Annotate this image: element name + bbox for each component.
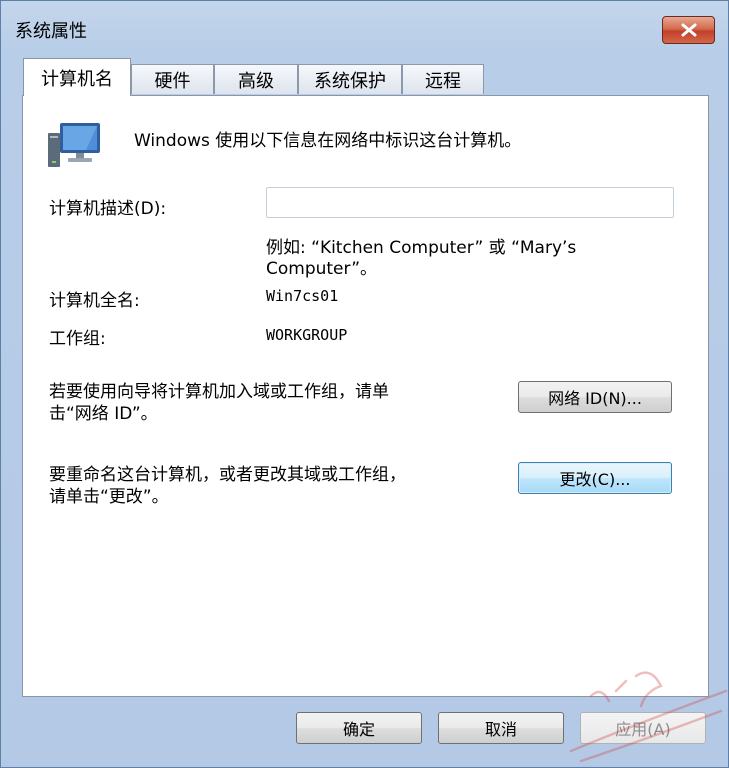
- network-id-button[interactable]: 网络 ID(N)...: [518, 381, 672, 413]
- tab-remote[interactable]: 远程: [402, 64, 484, 94]
- tab-system-protection[interactable]: 系统保护: [298, 64, 402, 94]
- workgroup-label: 工作组:: [49, 329, 106, 349]
- example-text-line2: Computer”。: [266, 259, 378, 279]
- computer-icon: [48, 123, 100, 167]
- computer-name-panel: Windows 使用以下信息在网络中标识这台计算机。 计算机描述(D): 例如:…: [22, 95, 709, 697]
- system-properties-window: 系统属性 计算机名 硬件 高级 系统保护 远程 Windows 使用以下信息在网…: [0, 0, 729, 768]
- apply-button[interactable]: 应用(A): [580, 712, 706, 744]
- window-title: 系统属性: [15, 21, 87, 42]
- network-id-text-line2: 击“网络 ID”。: [49, 404, 158, 424]
- close-button[interactable]: [662, 16, 715, 44]
- close-icon: [681, 23, 696, 37]
- ok-button[interactable]: 确定: [296, 712, 422, 744]
- description-label: 计算机描述(D):: [49, 199, 167, 219]
- intro-text: Windows 使用以下信息在网络中标识这台计算机。: [134, 131, 522, 151]
- tab-computer-name[interactable]: 计算机名: [23, 58, 131, 96]
- tab-advanced[interactable]: 高级: [214, 64, 298, 94]
- tab-hardware[interactable]: 硬件: [131, 64, 214, 94]
- change-button[interactable]: 更改(C)...: [518, 462, 672, 494]
- full-name-label: 计算机全名:: [49, 291, 140, 311]
- workgroup-value: WORKGROUP: [266, 326, 348, 344]
- full-name-value: Win7cs01: [266, 287, 339, 305]
- cancel-button[interactable]: 取消: [438, 712, 564, 744]
- description-input[interactable]: [266, 187, 674, 218]
- rename-text-line2: 请单击“更改”。: [49, 487, 169, 507]
